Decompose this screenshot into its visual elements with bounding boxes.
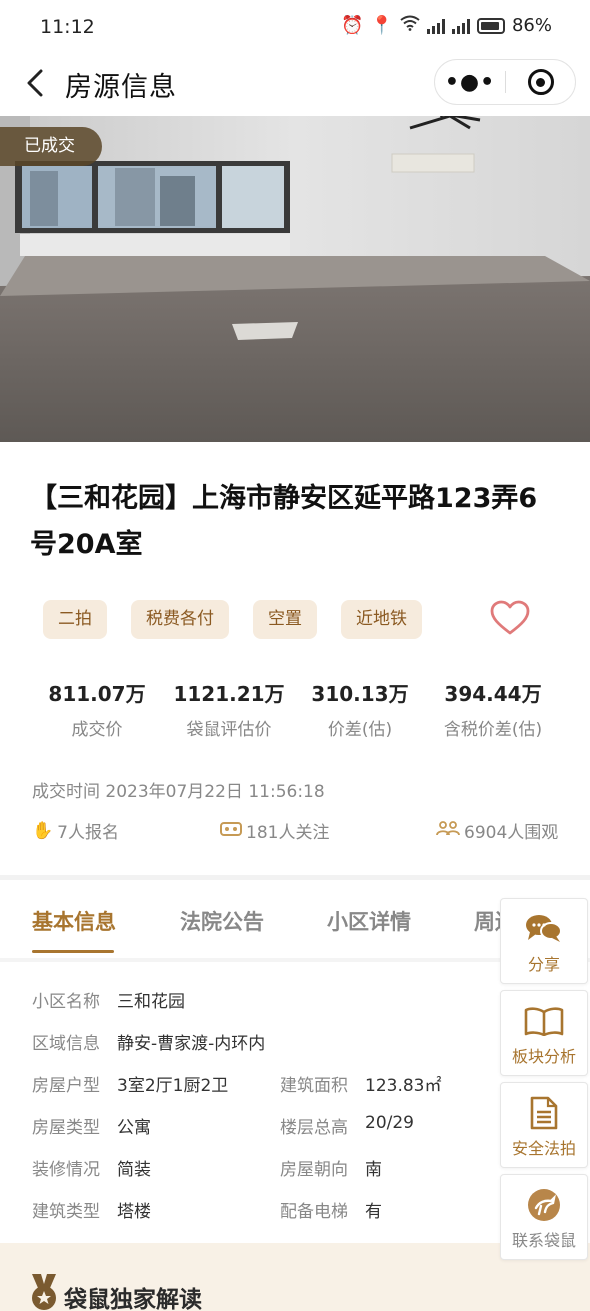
tab-basic-info[interactable]: 基本信息 <box>32 906 116 936</box>
info-label: 房屋户型 <box>32 1076 100 1096</box>
open-book-icon <box>501 1003 587 1039</box>
contact-kangaroo-label: 联系袋鼠 <box>511 1231 576 1250</box>
stat-label: 袋鼠评估价 <box>186 720 272 740</box>
battery-percent: 86% <box>511 15 552 36</box>
active-tab-indicator <box>32 950 114 953</box>
followers: 181人关注 <box>220 818 329 843</box>
mini-program-capsule: •●• <box>434 59 576 105</box>
info-value: 有 <box>365 1202 382 1222</box>
info-value: 南 <box>365 1160 382 1180</box>
status-icons: ⏰ 📍 86% <box>341 15 552 36</box>
nav-bar: 房源信息 •●• <box>0 56 590 114</box>
sector-analysis-button[interactable]: 板块分析 <box>500 990 588 1076</box>
stat-value: 1121.21万 <box>173 682 285 706</box>
battery-icon <box>476 17 505 34</box>
share-label: 分享 <box>527 955 560 974</box>
info-label: 建筑面积 <box>280 1076 348 1096</box>
viewers-text: 6904人围观 <box>464 823 559 843</box>
back-arrow-icon <box>27 69 43 97</box>
stat-label: 价差(估) <box>327 720 393 740</box>
sold-badge: 已成交 <box>0 127 102 166</box>
followers-text: 181人关注 <box>246 823 330 843</box>
favorite-heart-icon[interactable] <box>490 600 530 636</box>
status-bar: 11:12 ⏰ 📍 86% <box>0 0 590 56</box>
info-label: 房屋朝向 <box>280 1160 348 1180</box>
safe-auction-label: 安全法拍 <box>511 1139 576 1158</box>
stat-label: 成交价 <box>71 720 123 740</box>
tag-item: 二拍 <box>43 600 107 639</box>
stat-value: 394.44万 <box>444 682 542 706</box>
tag-item: 税费各付 <box>131 600 229 639</box>
stat-value: 310.13万 <box>311 682 409 706</box>
info-value: 123.83㎡ <box>365 1076 442 1096</box>
info-label: 小区名称 <box>32 992 100 1012</box>
engagement-row: ✋ 7人报名 181人关注 6904人围观 <box>0 818 590 846</box>
more-dots-icon[interactable]: •●• <box>435 70 505 95</box>
info-value: 三和花园 <box>117 992 185 1012</box>
info-label: 配备电梯 <box>280 1202 348 1222</box>
stat-value: 811.07万 <box>48 682 146 706</box>
info-value: 简装 <box>117 1160 151 1180</box>
deal-time-value: 2023年07月22日 11:56:18 <box>105 782 325 802</box>
page-title: 房源信息 <box>65 72 177 103</box>
stat-appraisal: 1121.21万 袋鼠评估价 <box>168 678 290 740</box>
stat-price-diff: 310.13万 价差(估) <box>300 678 420 740</box>
alarm-icon: ⏰ <box>341 15 364 36</box>
contact-kangaroo-button[interactable]: 联系袋鼠 <box>500 1174 588 1260</box>
target-close-icon <box>527 69 554 95</box>
info-label: 房屋类型 <box>32 1118 100 1138</box>
stat-deal-price: 811.07万 成交价 <box>32 678 162 740</box>
exclusive-analysis-title: 袋鼠独家解读 <box>64 1287 202 1311</box>
tag-item: 近地铁 <box>341 600 422 639</box>
info-label: 建筑类型 <box>32 1202 100 1222</box>
sector-analysis-label: 板块分析 <box>511 1047 576 1066</box>
back-button[interactable] <box>18 66 52 100</box>
signal-icon-2 <box>451 18 470 34</box>
document-icon <box>501 1095 587 1131</box>
tag-list: 二拍 税费各付 空置 近地铁 <box>43 600 422 639</box>
info-value: 公寓 <box>117 1118 151 1138</box>
safe-auction-button[interactable]: 安全法拍 <box>500 1082 588 1168</box>
signups: ✋ 7人报名 <box>32 818 119 844</box>
info-label: 楼层总高 <box>280 1118 348 1138</box>
capsule-close-button[interactable] <box>506 69 575 95</box>
location-icon: 📍 <box>370 15 393 36</box>
share-button[interactable]: 分享 <box>500 898 588 984</box>
info-label: 装修情况 <box>32 1160 100 1180</box>
info-value: 静安-曹家渡-内环内 <box>117 1034 266 1054</box>
tab-community-details[interactable]: 小区详情 <box>327 906 411 936</box>
kangaroo-logo-icon <box>501 1187 587 1223</box>
page: 11:12 ⏰ 📍 86% 房源信息 •●• 已成交 【三和花园】上海市静安区延… <box>0 0 590 1311</box>
stat-label: 含税价差(估) <box>443 720 543 740</box>
info-value: 塔楼 <box>117 1202 151 1222</box>
wifi-icon <box>400 15 420 36</box>
viewers: 6904人围观 <box>436 818 558 843</box>
deal-time-label: 成交时间 <box>32 782 100 802</box>
stat-tax-diff: 394.44万 含税价差(估) <box>430 678 556 740</box>
tag-item: 空置 <box>253 600 317 639</box>
status-time: 11:12 <box>40 16 95 38</box>
signal-icon <box>426 18 445 34</box>
medal-icon <box>30 1274 58 1311</box>
chat-bubbles-icon <box>501 911 587 947</box>
hand-icon: ✋ <box>32 820 54 841</box>
vr-glasses-icon <box>220 821 242 841</box>
signups-text: 7人报名 <box>57 823 119 843</box>
info-value: 3室2厅1厨2卫 <box>117 1076 229 1096</box>
listing-title: 【三和花园】上海市静安区延平路123弄6号20A室 <box>30 483 538 560</box>
info-value: 20/29 <box>365 1113 414 1133</box>
deal-time: 成交时间 2023年07月22日 11:56:18 <box>32 777 325 802</box>
tab-court-notice[interactable]: 法院公告 <box>180 906 264 936</box>
people-icon <box>436 820 460 841</box>
info-label: 区域信息 <box>32 1034 100 1054</box>
